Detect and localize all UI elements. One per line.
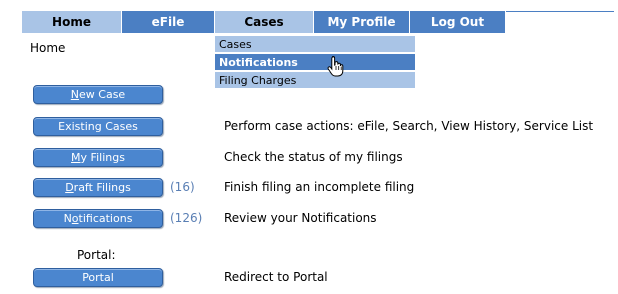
new-case-button[interactable]: New Case bbox=[33, 85, 163, 104]
existing-cases-description: Perform case actions: eFile, Search, Vie… bbox=[224, 119, 594, 133]
draft-filings-count: (16) bbox=[170, 180, 195, 194]
nav-tab-my-profile[interactable]: My Profile bbox=[314, 11, 410, 33]
my-filings-label-post: y Filings bbox=[80, 151, 125, 164]
portal-section-label: Portal: bbox=[77, 248, 116, 262]
draft-filings-accesskey: D bbox=[65, 181, 74, 194]
breadcrumb: Home bbox=[30, 41, 66, 55]
draft-filings-description: Finish filing an incomplete filing bbox=[224, 180, 415, 194]
notifications-description: Review your Notifications bbox=[224, 211, 377, 225]
draft-filings-label-post: raft Filings bbox=[73, 181, 131, 194]
draft-filings-button[interactable]: Draft Filings bbox=[33, 178, 163, 197]
notifications-button[interactable]: Notifications bbox=[33, 209, 163, 228]
nav-tab-efile[interactable]: eFile bbox=[122, 11, 215, 33]
hand-pointer-icon bbox=[327, 55, 344, 77]
menu-item-notifications[interactable]: Notifications bbox=[215, 54, 415, 72]
menu-item-filing-charges[interactable]: Filing Charges bbox=[215, 72, 415, 90]
menu-item-cases[interactable]: Cases bbox=[215, 36, 415, 54]
new-case-accesskey: N bbox=[70, 88, 80, 101]
new-case-label-post: ew Case bbox=[79, 88, 126, 101]
nav-tab-home[interactable]: Home bbox=[22, 11, 122, 33]
portal-button[interactable]: Portal bbox=[33, 268, 163, 287]
top-nav: Home eFile Cases My Profile Log Out bbox=[22, 11, 506, 33]
existing-cases-button[interactable]: Existing Cases bbox=[33, 117, 163, 136]
notifications-accesskey: o bbox=[71, 212, 79, 225]
nav-tab-cases[interactable]: Cases bbox=[215, 11, 314, 33]
notifications-label-post: tifications bbox=[78, 212, 133, 225]
my-filings-description: Check the status of my filings bbox=[224, 150, 403, 164]
my-filings-button[interactable]: My Filings bbox=[33, 148, 163, 167]
cases-dropdown-menu: Cases Notifications Filing Charges bbox=[215, 36, 415, 90]
portal-description: Redirect to Portal bbox=[224, 270, 328, 284]
notifications-count: (126) bbox=[170, 211, 203, 225]
notifications-label-pre: N bbox=[63, 212, 72, 225]
nav-tab-log-out[interactable]: Log Out bbox=[410, 11, 506, 33]
my-filings-accesskey: M bbox=[71, 151, 81, 164]
